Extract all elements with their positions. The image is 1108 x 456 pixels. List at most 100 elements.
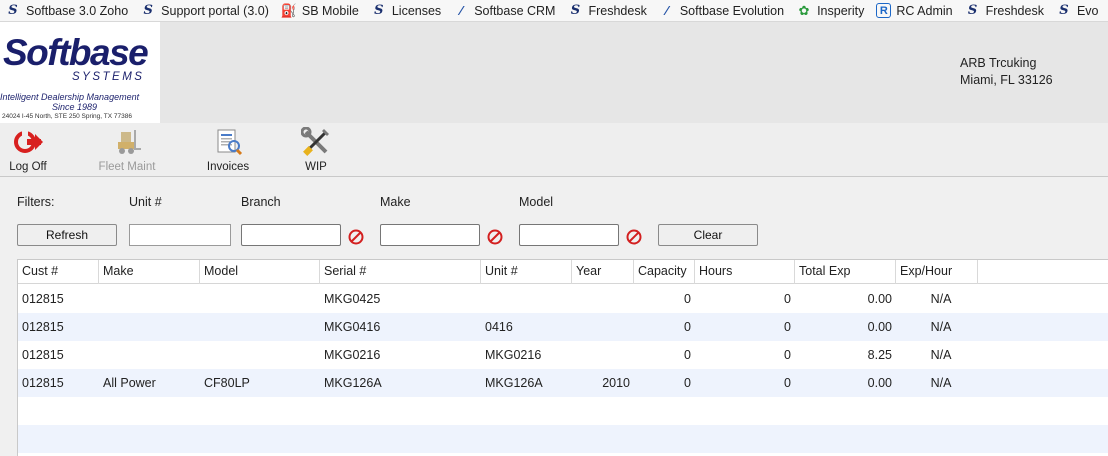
insperity-icon: ✿: [798, 2, 810, 18]
rc-icon: R: [876, 3, 892, 18]
bookmark-label: Freshdesk: [985, 3, 1044, 18]
column-header-make[interactable]: Make: [99, 260, 200, 284]
column-header-model[interactable]: Model: [200, 260, 320, 284]
cell-cust: 012815: [22, 348, 64, 362]
wip-button[interactable]: WIP: [298, 127, 334, 173]
fleet-maint-button[interactable]: Fleet Maint: [98, 127, 156, 173]
cell-serial: MKG0425: [324, 292, 381, 306]
table-row[interactable]: 012815 MKG0216 MKG0216 0 0 8.25 N/A: [18, 341, 1108, 369]
bookmark-label: Softbase Evolution: [679, 3, 785, 18]
cell-cust: 012815: [22, 376, 64, 390]
cell-unit: 0416: [485, 320, 513, 334]
bookmark-sb-mobile[interactable]: ⛽ SB Mobile: [276, 0, 366, 21]
cell-make: [99, 285, 200, 313]
unit-filter-input[interactable]: [129, 224, 231, 246]
unit-filter-label: Unit #: [129, 195, 162, 209]
bookmark-label: Softbase 3.0 Zoho: [26, 3, 129, 18]
cell-make: [99, 313, 200, 341]
table-row[interactable]: 012815 All Power CF80LP MKG126A MKG126A …: [18, 369, 1108, 397]
cell-exp-hour: N/A: [930, 320, 952, 334]
bookmark-label: SB Mobile: [301, 3, 359, 18]
softbase-icon: S: [1059, 3, 1069, 18]
branch-select[interactable]: [241, 224, 341, 246]
table-row-empty: [18, 425, 1108, 453]
company-info: ARB Trcuking Miami, FL 33126: [960, 55, 1053, 89]
table-row[interactable]: 012815 MKG0425 0 0 0.00 N/A: [18, 285, 1108, 313]
bookmark-label: Freshdesk: [588, 3, 647, 18]
cell-exp-hour: N/A: [930, 376, 952, 390]
filters-panel: Filters: Unit # Branch Make Model Refres…: [0, 178, 1108, 258]
logo-address: 24024 I-45 North, STE 250 Spring, TX 773…: [2, 113, 132, 120]
cell-year: [572, 285, 634, 313]
column-header-year[interactable]: Year: [572, 260, 634, 284]
logo-since: Since 1989: [52, 102, 98, 112]
bookmark-insperity[interactable]: ✿ Insperity: [791, 0, 871, 21]
bookmark-label: Insperity: [817, 3, 865, 18]
cell-serial: MKG0416: [324, 320, 381, 334]
cell-capacity: 0: [684, 320, 691, 334]
crm-icon: ∕: [665, 3, 668, 18]
bookmark-softbase-crm[interactable]: ∕ Softbase CRM: [448, 0, 562, 21]
company-city: Miami, FL 33126: [960, 73, 1053, 87]
make-filter-label: Make: [380, 195, 411, 209]
make-select[interactable]: [380, 224, 480, 246]
refresh-button[interactable]: Refresh: [17, 224, 117, 246]
table-row[interactable]: 012815 MKG0416 0416 0 0 0.00 N/A: [18, 313, 1108, 341]
cell-make: All Power: [103, 376, 156, 390]
softbase-icon: S: [8, 3, 18, 18]
logo-name: Softbase: [3, 32, 149, 73]
cell-exp-hour: N/A: [930, 348, 952, 362]
table-header: Cust # Make Model Serial # Unit # Year C…: [18, 260, 1108, 284]
bookmark-freshdesk[interactable]: S Freshdesk: [562, 0, 653, 21]
fleet-table: Cust # Make Model Serial # Unit # Year C…: [17, 259, 1108, 456]
logo-tagline: Intelligent Dealership Management: [0, 92, 140, 102]
cell-total-exp: 0.00: [867, 320, 892, 334]
cell-capacity: 0: [684, 292, 691, 306]
bookmark-softbase-evolution[interactable]: ∕ Softbase Evolution: [654, 0, 791, 21]
bookmark-label: RC Admin: [896, 3, 953, 18]
bookmark-rc-admin[interactable]: R RC Admin: [871, 0, 959, 21]
column-header-capacity[interactable]: Capacity: [634, 260, 695, 284]
clear-model-icon[interactable]: [626, 229, 642, 245]
cell-hours: 0: [784, 292, 791, 306]
bookmark-support-portal[interactable]: S Support portal (3.0): [135, 0, 276, 21]
power-icon: [13, 127, 43, 157]
invoice-icon: [213, 127, 243, 157]
column-header-cust[interactable]: Cust #: [18, 260, 99, 284]
cell-serial: MKG0216: [324, 348, 381, 362]
cell-cust: 012815: [22, 320, 64, 334]
cell-total-exp: 0.00: [867, 292, 892, 306]
cell-capacity: 0: [684, 376, 691, 390]
clear-make-icon[interactable]: [487, 229, 503, 245]
column-header-serial[interactable]: Serial #: [320, 260, 481, 284]
bookmark-evo[interactable]: S Evo: [1051, 0, 1106, 21]
bookmark-softbase-zoho[interactable]: S Softbase 3.0 Zoho: [0, 0, 135, 21]
logoff-button[interactable]: Log Off: [8, 127, 48, 173]
cell-model: [200, 285, 320, 313]
logo-subtitle: SYSTEMS: [72, 71, 145, 83]
softbase-icon: S: [143, 3, 153, 18]
cell-capacity: 0: [684, 348, 691, 362]
cell-model: [200, 313, 320, 341]
bookmark-licenses[interactable]: S Licenses: [366, 0, 448, 21]
invoices-label: Invoices: [206, 161, 250, 173]
logoff-label: Log Off: [9, 161, 47, 173]
bookmark-freshdesk-2[interactable]: S Freshdesk: [960, 0, 1051, 21]
column-header-unit[interactable]: Unit #: [481, 260, 572, 284]
column-header-total-exp[interactable]: Total Exp: [795, 260, 896, 284]
invoices-button[interactable]: Invoices: [206, 127, 250, 173]
cell-year: [572, 313, 634, 341]
cell-cust: 012815: [22, 292, 64, 306]
clear-branch-icon[interactable]: [348, 229, 364, 245]
cell-year: 2010: [602, 376, 630, 390]
column-header-exp-hour[interactable]: Exp/Hour: [896, 260, 978, 284]
bookmark-label: Licenses: [391, 3, 442, 18]
tools-icon: [301, 127, 331, 157]
softbase-icon: S: [570, 3, 581, 18]
column-header-hours[interactable]: Hours: [695, 260, 795, 284]
model-select[interactable]: [519, 224, 619, 246]
clear-button[interactable]: Clear: [658, 224, 758, 246]
cell-make: [99, 341, 200, 369]
cell-hours: 0: [784, 376, 791, 390]
forklift-icon: ⛽: [280, 2, 297, 18]
